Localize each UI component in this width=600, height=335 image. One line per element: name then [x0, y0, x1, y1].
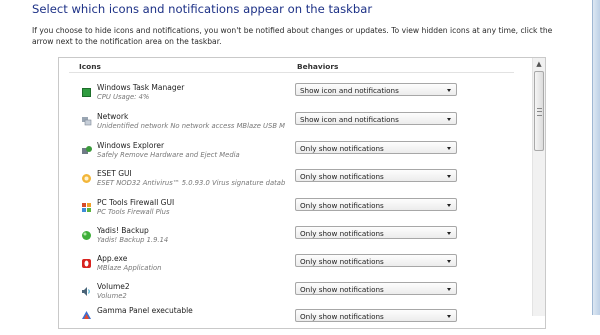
behavior-select-value: Only show notifications	[300, 201, 384, 210]
row-subtitle: CPU Usage: 4%	[97, 93, 150, 101]
behavior-select-value: Only show notifications	[300, 285, 384, 294]
volume-icon	[81, 282, 92, 296]
behavior-select-value: Show icon and notifications	[300, 86, 399, 95]
row-subtitle: Safely Remove Hardware and Eject Media	[97, 151, 240, 159]
chevron-down-icon	[447, 204, 451, 207]
row-name: Yadis! Backup	[97, 226, 149, 235]
behavior-select[interactable]: Show icon and notifications	[295, 83, 457, 96]
behavior-select-value: Only show notifications	[300, 144, 384, 153]
behavior-select[interactable]: Only show notifications	[295, 169, 457, 182]
network-icon	[81, 112, 92, 126]
scrollbar-thumb[interactable]	[534, 71, 544, 151]
table-row: Windows Task Manager CPU Usage: 4% Show …	[59, 80, 529, 112]
behavior-select-value: Only show notifications	[300, 172, 384, 181]
eset-icon	[81, 169, 92, 183]
table-row: Gamma Panel executable Only show notific…	[59, 303, 529, 335]
behavior-select[interactable]: Only show notifications	[295, 282, 457, 295]
row-name: Windows Task Manager	[97, 83, 185, 92]
behavior-select-value: Only show notifications	[300, 312, 384, 321]
table-row: ESET GUI ESET NOD32 Antivirus™ 5.0.93.0 …	[59, 166, 529, 198]
vertical-scrollbar[interactable]: ▲	[532, 58, 545, 316]
table-row: Network Unidentified network No network …	[59, 109, 529, 141]
behavior-select[interactable]: Only show notifications	[295, 226, 457, 239]
behavior-select[interactable]: Only show notifications	[295, 198, 457, 211]
chevron-down-icon	[447, 89, 451, 92]
row-subtitle: Volume2	[97, 292, 127, 300]
header-divider	[69, 72, 514, 73]
row-name: Volume2	[97, 282, 130, 291]
row-name: ESET GUI	[97, 169, 132, 178]
column-header-behaviors: Behaviors	[297, 62, 339, 71]
behavior-select[interactable]: Only show notifications	[295, 141, 457, 154]
row-name: PC Tools Firewall GUI	[97, 198, 175, 207]
row-subtitle: PC Tools Firewall Plus	[97, 208, 170, 216]
icons-list-panel: Icons Behaviors Windows Task Manager CPU…	[58, 57, 546, 329]
behavior-select-value: Only show notifications	[300, 257, 384, 266]
yadis-backup-icon	[81, 226, 92, 240]
chevron-down-icon	[447, 260, 451, 263]
behavior-select-value: Show icon and notifications	[300, 115, 399, 124]
window-frame-right	[592, 0, 600, 315]
behavior-select-value: Only show notifications	[300, 229, 384, 238]
mblaze-app-icon	[81, 254, 92, 268]
row-name: Network	[97, 112, 129, 121]
column-header-icons: Icons	[79, 62, 101, 71]
chevron-down-icon	[447, 288, 451, 291]
safely-remove-icon	[81, 141, 92, 154]
row-subtitle: ESET NOD32 Antivirus™ 5.0.93.0 Virus sig…	[97, 179, 285, 187]
behavior-select[interactable]: Only show notifications	[295, 309, 457, 322]
page-title: Select which icons and notifications app…	[32, 2, 373, 16]
grip-icon	[537, 108, 542, 116]
chevron-down-icon	[447, 175, 451, 178]
task-manager-icon	[81, 83, 92, 97]
row-name: Windows Explorer	[97, 141, 165, 150]
chevron-down-icon	[447, 315, 451, 318]
row-name: Gamma Panel executable	[97, 306, 193, 315]
row-subtitle: MBlaze Application	[97, 264, 162, 272]
gamma-panel-icon	[81, 306, 92, 319]
scroll-up-arrow-icon[interactable]: ▲	[533, 58, 545, 70]
chevron-down-icon	[447, 147, 451, 150]
firewall-icon	[81, 198, 92, 212]
page-description: If you choose to hide icons and notifica…	[32, 26, 553, 46]
row-name: App.exe	[97, 254, 128, 263]
chevron-down-icon	[447, 232, 451, 235]
behavior-select[interactable]: Show icon and notifications	[295, 112, 457, 125]
row-subtitle: Yadis! Backup 1.9.14	[97, 236, 169, 244]
chevron-down-icon	[447, 118, 451, 121]
row-subtitle: Unidentified network No network access M…	[97, 122, 285, 130]
behavior-select[interactable]: Only show notifications	[295, 254, 457, 267]
